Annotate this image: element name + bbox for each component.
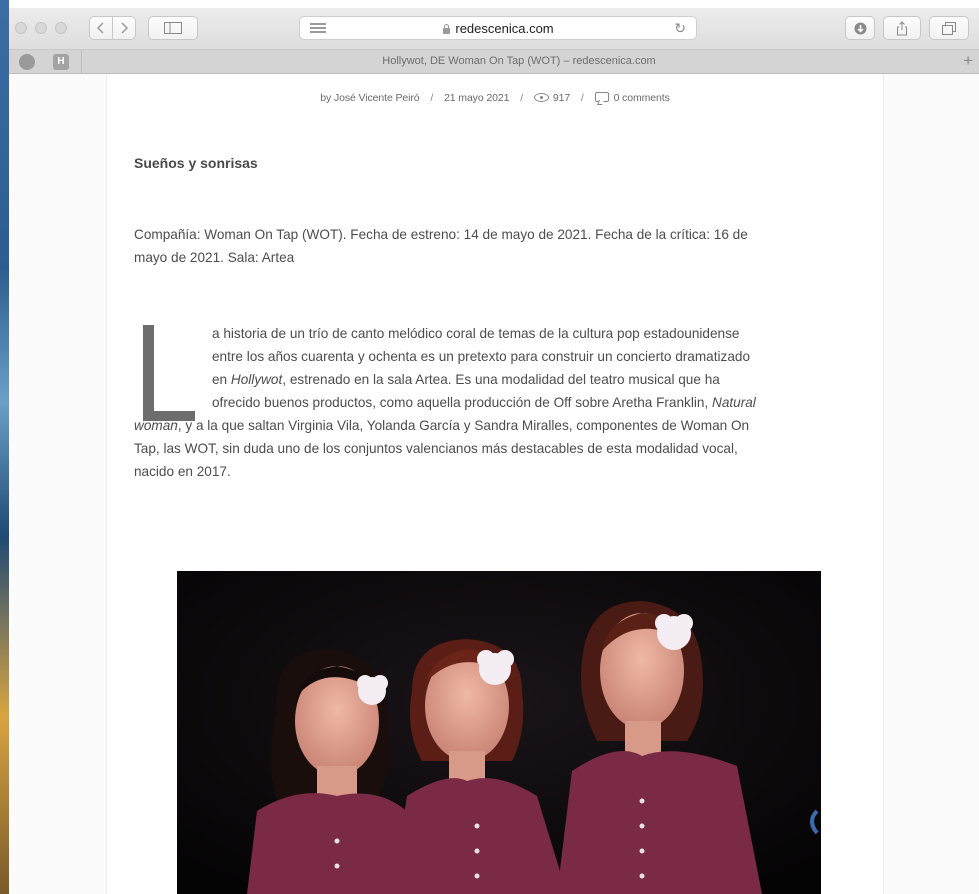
body-line: nacido en 2017. — [134, 464, 231, 479]
reload-icon[interactable]: ↻ — [674, 20, 686, 37]
tab-bar: H Hollywot, DE Woman On Tap (WOT) – rede… — [9, 50, 979, 74]
chevron-left-icon — [97, 22, 104, 34]
comment-icon — [594, 92, 609, 102]
minimize-window-button[interactable] — [35, 22, 47, 34]
italic-title: woman — [134, 418, 178, 433]
body-line: woman, y a la que saltan Virginia Vila, … — [134, 418, 750, 433]
forward-button[interactable] — [112, 16, 136, 40]
address-bar[interactable]: redescenica.com ↻ — [299, 16, 697, 40]
comments-link[interactable]: 0 comments — [614, 92, 670, 104]
body-line: en Hollywot, estrenado en la sala Artea.… — [212, 372, 720, 387]
desktop-wallpaper — [0, 0, 9, 894]
dropcap-letter-l — [143, 325, 195, 421]
body-line: ofrecido buenos productos, como aquella … — [212, 395, 756, 410]
zoom-window-button[interactable] — [55, 22, 67, 34]
sidebar-icon — [164, 22, 182, 34]
production-info: Compañía: Woman On Tap (WOT). Fecha de e… — [134, 223, 864, 269]
tab-separator — [81, 50, 82, 74]
three-singers-image — [177, 571, 821, 894]
share-icon — [897, 20, 907, 35]
browser-window: redescenica.com ↻ H Hollywot, DE Woman O… — [9, 8, 979, 894]
info-line: mayo de 2021. Sala: Artea — [134, 250, 295, 265]
browser-toolbar: redescenica.com ↻ — [9, 8, 979, 50]
active-tab[interactable]: Hollywot, DE Woman On Tap (WOT) – redesc… — [89, 55, 949, 67]
back-button[interactable] — [89, 16, 113, 40]
sidebar-toggle-button[interactable] — [148, 16, 198, 40]
tabs-icon — [942, 21, 956, 35]
article: by José Vicente Peiró / 21 mayo 2021 / 9… — [106, 74, 884, 894]
italic-title: Hollywot — [230, 372, 283, 387]
article-meta: by José Vicente Peiró / 21 mayo 2021 / 9… — [320, 92, 670, 104]
italic-title: Natural — [712, 395, 756, 410]
body-line: Tap, las WOT, sin duda uno de los conjun… — [134, 441, 738, 456]
download-icon — [854, 22, 866, 34]
web-page: by José Vicente Peiró / 21 mayo 2021 / 9… — [9, 74, 979, 894]
info-line: Compañía: Woman On Tap (WOT). Fecha de e… — [134, 227, 748, 242]
cloud-favorite-icon[interactable] — [19, 54, 35, 70]
body-line: entre los años cuarenta y ochenta es un … — [212, 349, 751, 364]
close-window-button[interactable] — [15, 22, 27, 34]
article-subtitle: Sueños y sonrisas — [134, 155, 258, 171]
author-link[interactable]: by José Vicente Peiró — [320, 92, 419, 104]
eye-icon — [533, 93, 549, 102]
share-button[interactable] — [883, 16, 921, 40]
body-line: a historia de un trío de canto melódico … — [212, 326, 740, 341]
post-date[interactable]: 21 mayo 2021 — [444, 92, 509, 104]
address-text: redescenica.com — [455, 21, 554, 36]
lock-icon — [442, 24, 451, 34]
view-count: 917 — [552, 92, 571, 104]
tabs-overview-button[interactable] — [929, 16, 969, 40]
chevron-right-icon — [121, 22, 128, 34]
favorite-h-button[interactable]: H — [53, 54, 69, 70]
performance-photo — [177, 571, 821, 894]
new-tab-button[interactable]: + — [963, 51, 973, 71]
downloads-button[interactable] — [845, 16, 875, 40]
